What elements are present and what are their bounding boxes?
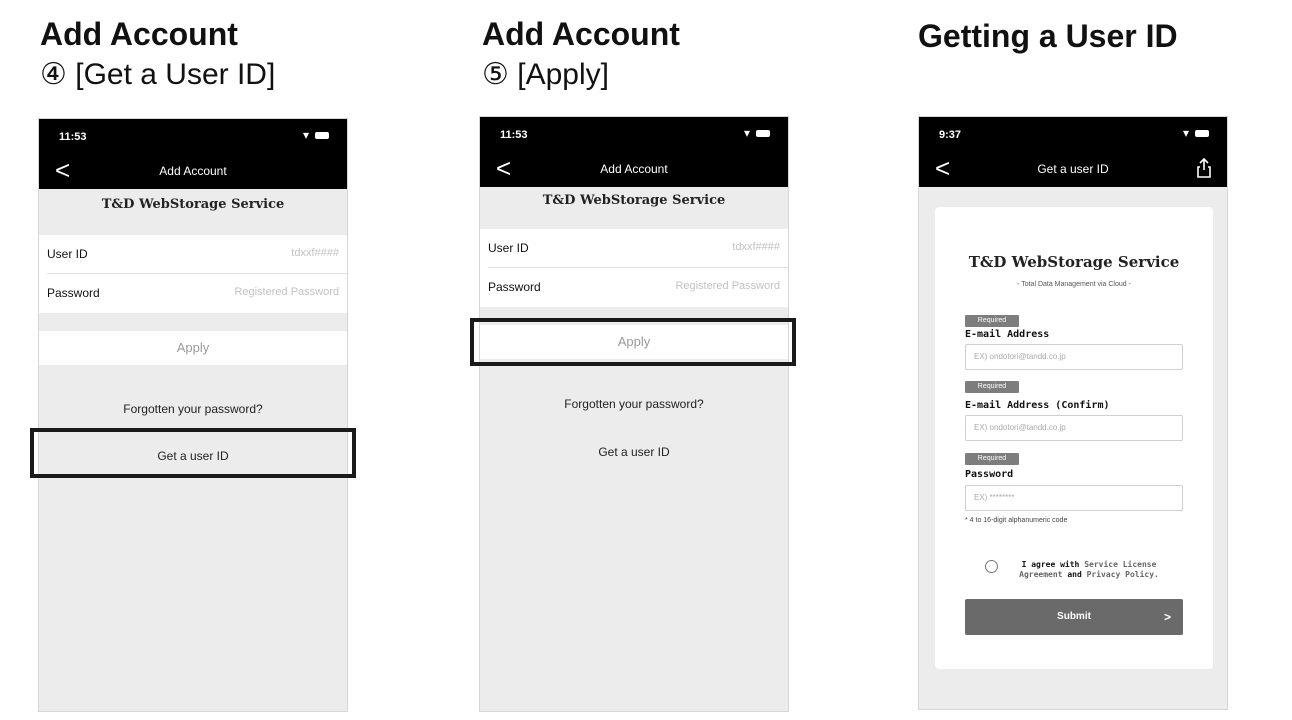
nav-title: Get a user ID [1037,162,1109,176]
password-field[interactable]: EX) ******** [965,485,1183,511]
chevron-right-icon: > [1163,610,1171,624]
login-fields: User ID tdxxf#### Password Registered Pa… [39,235,347,313]
email-label: E-mail Address [965,329,1050,340]
submit-label: Submit [1057,611,1091,622]
submit-button[interactable]: Submit > [965,599,1183,635]
heading-add-account: Add Account [40,16,238,52]
userid-field[interactable]: User ID tdxxf#### [480,229,788,267]
login-fields: User ID tdxxf#### Password Registered Pa… [480,229,788,307]
required-badge: Required [965,453,1019,465]
apply-button[interactable]: Apply [39,331,347,365]
nav-title: Add Account [159,164,227,178]
status-bar: 11:53 ▾ [39,119,347,153]
nav-bar: < Add Account [480,151,788,187]
privacy-policy-link[interactable]: Privacy Policy. [1087,570,1159,579]
email-confirm-label: E-mail Address (Confirm) [965,400,1110,411]
userid-placeholder: tdxxf#### [291,247,339,259]
email-confirm-field[interactable]: EX) ondotori@tandd.co.jp [965,415,1183,441]
phone-screen-get-user-id: 9:37 ▾ < Get a user ID T&D WebStorage Se… [918,116,1228,710]
battery-icon [315,132,329,139]
signup-card: T&D WebStorage Service - Total Data Mana… [935,207,1213,669]
agree-radio[interactable] [985,560,998,573]
nav-bar: < Add Account [39,153,347,189]
phone-screen-add-account-2: 11:53 ▾ < Add Account T&D WebStorage Ser… [479,116,789,712]
password-field[interactable]: Password Registered Password [39,274,347,312]
forgot-password-link[interactable]: Forgotten your password? [39,402,347,416]
password-field[interactable]: Password Registered Password [480,268,788,306]
password-placeholder: Registered Password [675,280,780,292]
wifi-icon: ▾ [302,128,309,142]
password-label: Password [965,469,1014,480]
service-name: T&D WebStorage Service [542,193,726,208]
password-placeholder: Registered Password [234,286,339,298]
highlight-box-apply [470,318,796,366]
agree-text: I agree with Service License Agreement a… [999,560,1179,580]
password-label: Password [488,280,541,294]
service-name: T&D WebStorage Service [101,197,285,212]
required-badge: Required [965,381,1019,393]
agree-prefix: I agree with [1021,560,1080,569]
userid-label: User ID [47,247,88,261]
password-label: Password [47,286,100,300]
userid-placeholder: tdxxf#### [732,241,780,253]
heading-getting-user-id: Getting a User ID [918,18,1178,54]
agree-and: and [1067,570,1082,579]
get-user-id-link[interactable]: Get a user ID [480,445,788,459]
highlight-box-get-user-id [30,428,356,478]
wifi-icon: ▾ [1182,126,1189,140]
status-time: 11:53 [59,131,87,143]
service-name: T&D WebStorage Service [968,253,1180,271]
service-tagline: - Total Data Management via Cloud - [1017,281,1131,288]
required-badge: Required [965,315,1019,327]
heading-add-account-2: Add Account [482,16,680,52]
battery-icon [756,130,770,137]
share-icon[interactable] [1195,157,1213,179]
wifi-icon: ▾ [743,126,750,140]
phone-screen-add-account-1: 11:53 ▾ < Add Account T&D WebStorage Ser… [38,118,348,712]
battery-icon [1195,130,1209,137]
userid-field[interactable]: User ID tdxxf#### [39,235,347,273]
forgot-password-link[interactable]: Forgotten your password? [480,397,788,411]
email-field[interactable]: EX) ondotori@tandd.co.jp [965,344,1183,370]
password-hint: * 4 to 16-digit alphanumeric code [965,517,1068,524]
status-time: 9:37 [939,129,962,141]
step-get-user-id: ④ [Get a User ID] [40,58,276,91]
userid-label: User ID [488,241,529,255]
status-bar: 9:37 ▾ [919,117,1227,151]
nav-bar: < Get a user ID [919,151,1227,187]
step-apply: ⑤ [Apply] [482,58,609,91]
status-bar: 11:53 ▾ [480,117,788,151]
nav-title: Add Account [600,162,668,176]
status-time: 11:53 [500,129,528,141]
